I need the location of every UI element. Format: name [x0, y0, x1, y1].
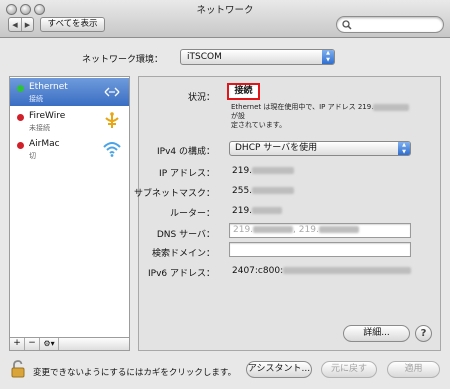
chevron-right-icon[interactable]: ▶	[21, 18, 33, 31]
window-title: ネットワーク	[196, 5, 254, 16]
service-item-firewire[interactable]: FireWire 未接続	[10, 107, 129, 135]
location-select[interactable]: iTSCOM ▲ ▼	[180, 49, 335, 65]
select-arrows-icon: ▲ ▼	[398, 142, 410, 155]
ipv6-address-value: 2407:c800:	[232, 266, 412, 276]
status-dot-icon	[17, 114, 24, 121]
ip-address-label: IP アドレス：	[159, 169, 215, 179]
ethernet-icon	[104, 87, 120, 97]
assistant-button[interactable]: アシスタント...	[246, 361, 312, 378]
search-input[interactable]	[336, 16, 444, 33]
nav-back-forward[interactable]: ◀ ▶	[8, 17, 34, 32]
remove-service-button[interactable]: −	[25, 338, 40, 350]
add-service-button[interactable]: +	[10, 338, 25, 350]
status-dot-icon	[17, 142, 24, 149]
search-domain-field[interactable]	[229, 242, 411, 257]
service-name: Ethernet	[29, 82, 68, 92]
router-label: ルーター：	[169, 209, 215, 219]
service-name: FireWire	[29, 111, 66, 121]
service-name: AirMac	[29, 139, 60, 149]
lock-icon[interactable]	[11, 360, 25, 378]
service-status: 切	[29, 152, 36, 160]
search-domain-label: 検索ドメイン：	[151, 249, 215, 259]
ipv4-config-value: DHCP サーバを使用	[235, 143, 318, 153]
location-label: ネットワーク環境：	[82, 55, 164, 65]
status-label: 状況：	[187, 93, 215, 103]
search-icon	[342, 20, 352, 30]
service-list-controls: + − ⚙▾	[9, 338, 130, 351]
status-value: 接続	[227, 83, 260, 100]
ipv4-config-label: IPv4 の構成：	[157, 147, 215, 157]
router-value: 219.	[232, 206, 283, 216]
select-arrows-icon: ▲ ▼	[322, 50, 334, 64]
ipv4-config-select[interactable]: DHCP サーバを使用 ▲ ▼	[229, 141, 411, 156]
service-status: 接続	[29, 95, 43, 103]
firewire-icon	[105, 112, 119, 128]
help-button[interactable]: ?	[415, 325, 432, 342]
apply-button[interactable]: 適用	[387, 361, 440, 378]
dns-server-field[interactable]: 219., 219.	[229, 223, 411, 238]
service-item-ethernet[interactable]: Ethernet 接続	[10, 78, 129, 106]
subnet-mask-label: サブネットマスク：	[133, 189, 215, 199]
dns-server-label: DNS サーバ：	[156, 230, 215, 240]
advanced-button[interactable]: 詳細...	[343, 325, 410, 342]
service-status: 未接続	[29, 124, 50, 132]
ipv6-address-label: IPv6 アドレス：	[148, 269, 215, 279]
title-bar: ネットワーク ◀ ▶ すべてを表示	[0, 0, 450, 38]
service-list: Ethernet 接続 FireWire 未接続 AirMac 切	[9, 76, 130, 338]
ip-address-value: 219.	[232, 166, 295, 176]
status-description: Ethernet は現在使用中で、IP アドレス 219. が設 定されています。	[231, 103, 416, 130]
subnet-mask-value: 255.	[232, 186, 295, 196]
service-item-airmac[interactable]: AirMac 切	[10, 135, 129, 163]
gear-icon[interactable]: ⚙▾	[40, 338, 59, 350]
chevron-left-icon[interactable]: ◀	[9, 18, 21, 31]
show-all-button[interactable]: すべてを表示	[40, 17, 105, 32]
status-dot-icon	[17, 85, 24, 92]
lock-hint-text: 変更できないようにするにはカギをクリックします。	[33, 368, 237, 378]
wifi-icon	[103, 142, 121, 157]
location-value: iTSCOM	[187, 52, 222, 62]
revert-button[interactable]: 元に戻す	[321, 361, 377, 378]
